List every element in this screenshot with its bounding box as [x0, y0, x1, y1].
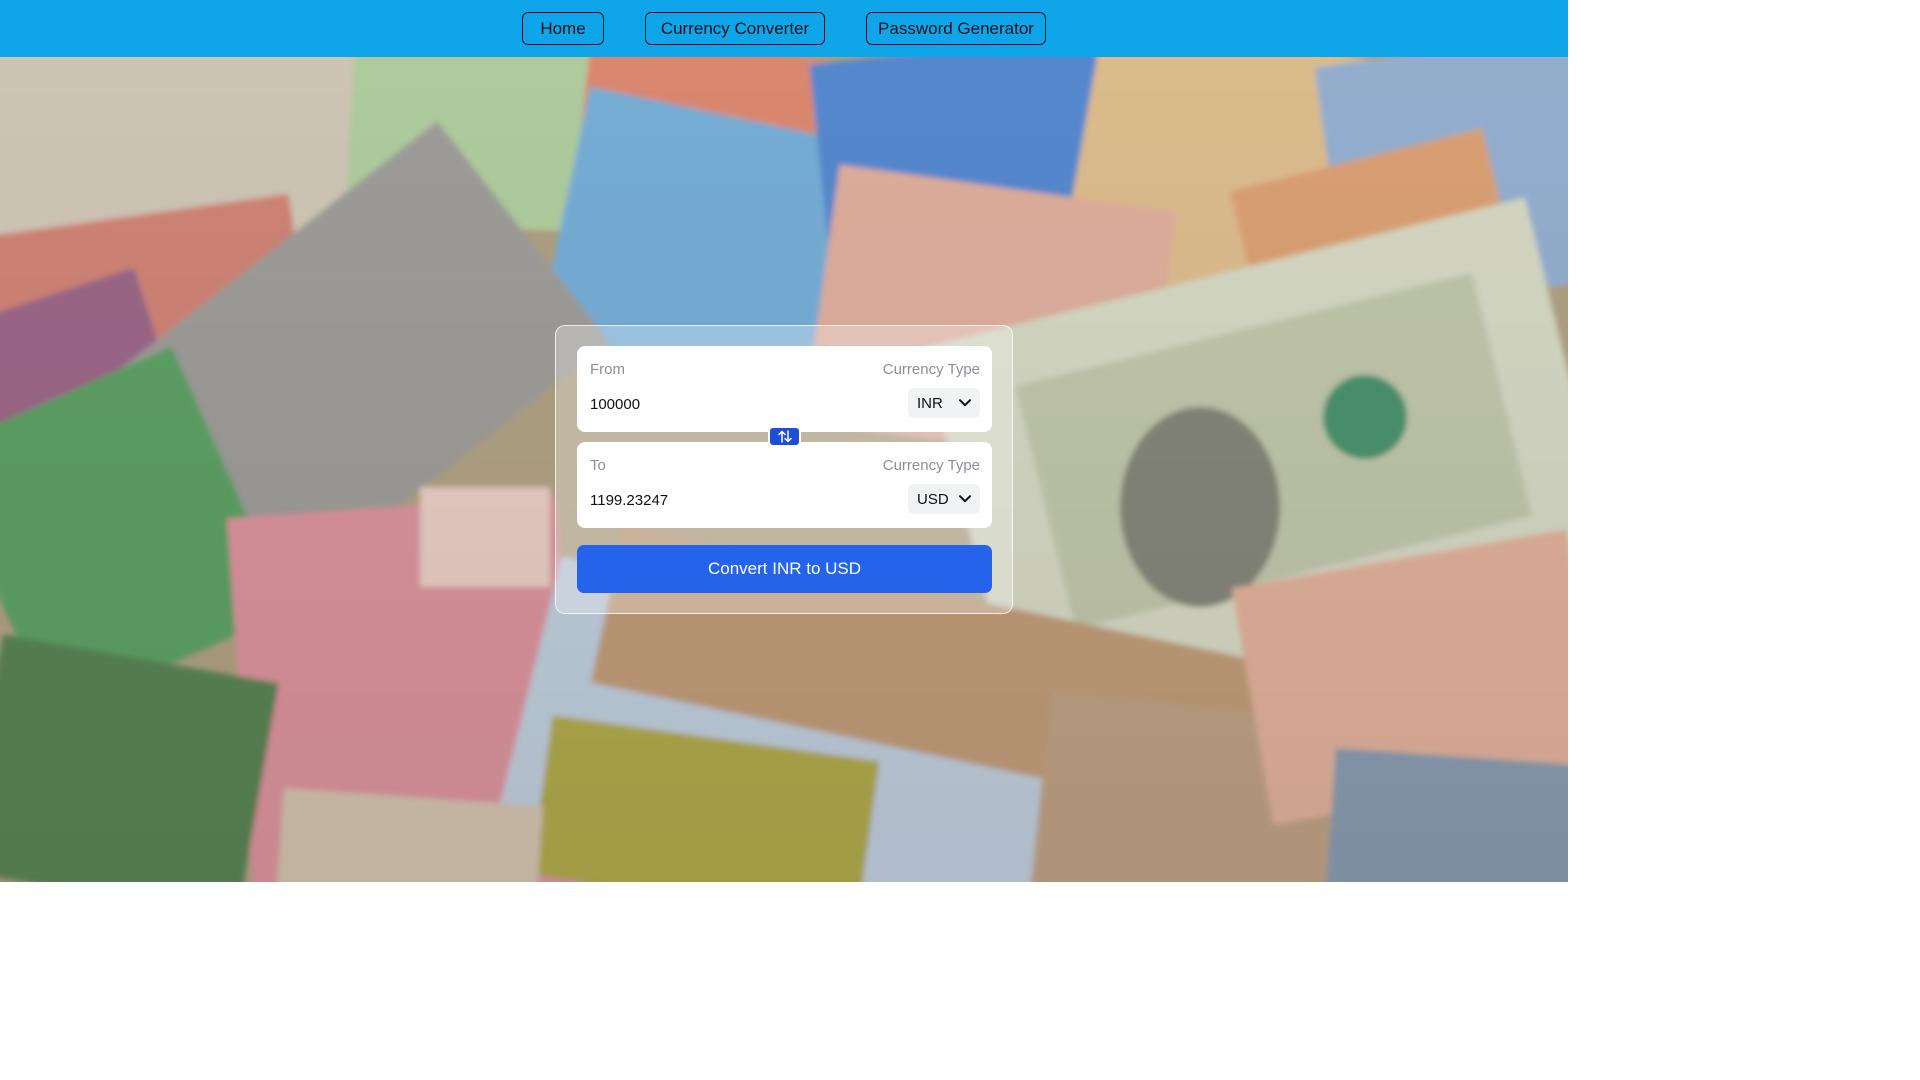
nav-home-button[interactable]: Home: [522, 12, 604, 45]
currency-converter-card: From Currency Type INR To Currency Type …: [555, 325, 1013, 614]
to-currency-type-label: Currency Type: [882, 457, 980, 474]
nav-password-generator-button[interactable]: Password Generator: [866, 12, 1046, 45]
from-label: From: [590, 361, 625, 378]
nav-currency-converter-button[interactable]: Currency Converter: [645, 12, 825, 45]
to-field-panel: To Currency Type USD: [577, 442, 992, 528]
top-navigation-bar: Home Currency Converter Password Generat…: [0, 0, 1568, 57]
convert-button[interactable]: Convert INR to USD: [577, 545, 992, 593]
to-currency-value: USD: [917, 490, 949, 508]
from-field-panel: From Currency Type INR: [577, 346, 992, 432]
from-currency-select[interactable]: INR: [908, 388, 980, 418]
to-label: To: [590, 457, 606, 474]
from-amount-input[interactable]: [590, 393, 850, 415]
from-currency-value: INR: [917, 394, 943, 412]
to-currency-select[interactable]: USD: [908, 484, 980, 514]
from-currency-type-label: Currency Type: [882, 361, 980, 378]
chevron-down-icon: [956, 394, 974, 412]
swap-currencies-button[interactable]: [768, 426, 801, 447]
swap-vertical-icon: [777, 430, 793, 443]
chevron-down-icon: [956, 490, 974, 508]
to-amount-input[interactable]: [590, 489, 850, 511]
